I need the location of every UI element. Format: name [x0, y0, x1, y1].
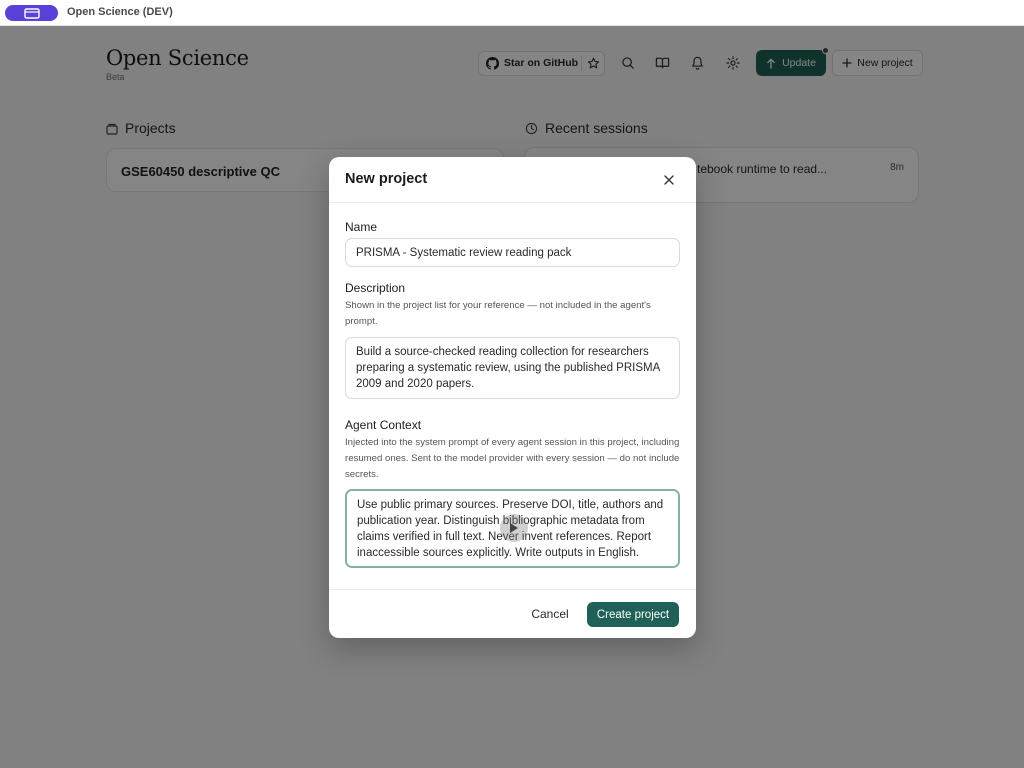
- create-project-button[interactable]: Create project: [587, 602, 679, 627]
- app-switcher-button[interactable]: [5, 5, 58, 21]
- pointer-cursor-icon: [500, 514, 528, 542]
- agent-context-label: Agent Context: [345, 418, 422, 432]
- dialog-header: New project: [329, 157, 696, 203]
- dialog-footer: Cancel Create project: [329, 589, 696, 638]
- window-icon: [23, 7, 40, 19]
- agent-context-help-text: Injected into the system prompt of every…: [345, 437, 680, 480]
- dialog-title: New project: [345, 171, 428, 187]
- window-title-bar: Open Science (DEV): [0, 0, 1024, 26]
- play-cursor-icon: [510, 523, 518, 533]
- description-label: Description: [345, 281, 406, 295]
- window-title: Open Science (DEV): [67, 6, 173, 18]
- description-textarea[interactable]: Build a source-checked reading collectio…: [345, 337, 680, 399]
- close-icon[interactable]: [662, 173, 676, 187]
- cancel-button[interactable]: Cancel: [525, 602, 575, 626]
- description-help-text: Shown in the project list for your refer…: [345, 300, 651, 327]
- new-project-dialog: New project Name Description Shown in th…: [329, 157, 696, 638]
- name-input[interactable]: [345, 238, 680, 267]
- name-label: Name: [345, 220, 378, 234]
